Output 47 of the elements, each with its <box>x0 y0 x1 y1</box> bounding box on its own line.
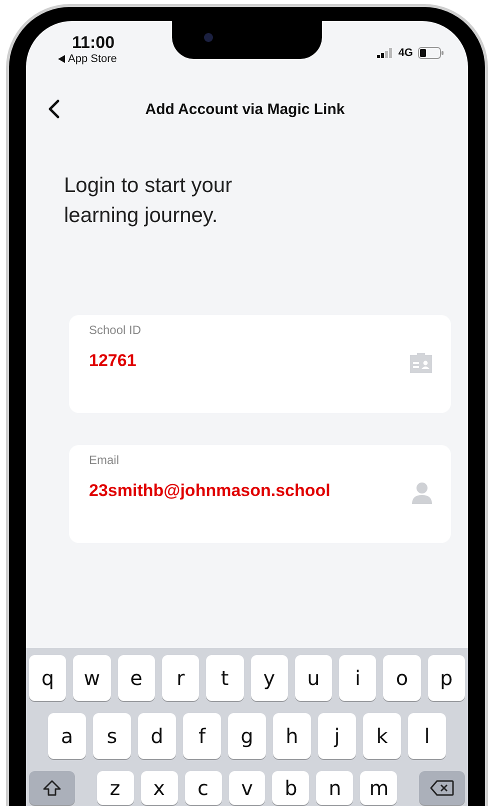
keyboard-key[interactable]: y <box>250 655 288 701</box>
keyboard-key[interactable]: x <box>140 771 178 805</box>
field-label: School ID <box>89 323 142 337</box>
login-heading: Login to start your learning journey. <box>64 173 234 229</box>
keyboard-key[interactable]: i <box>339 655 376 701</box>
shift-arrow-icon <box>42 780 61 796</box>
keyboard-key[interactable]: c <box>184 771 222 805</box>
input-field[interactable]: School ID 12761 <box>69 315 451 413</box>
status-time: 11:00 <box>72 33 116 53</box>
keyboard-key[interactable]: a <box>48 713 86 759</box>
network-type: 4G <box>398 47 413 59</box>
id-card-icon <box>410 353 432 373</box>
signal-icon <box>377 48 394 58</box>
keyboard-key[interactable]: o <box>383 655 421 701</box>
keyboard-key[interactable]: b <box>272 771 310 805</box>
keyboard-key[interactable]: h <box>273 713 311 759</box>
keyboard-key[interactable]: z <box>96 771 134 805</box>
field-value: 23smithb@johnmason.school <box>89 481 332 501</box>
keyboard-key[interactable]: r <box>162 655 200 701</box>
battery-icon <box>418 47 444 59</box>
keyboard-key[interactable]: l <box>408 713 446 759</box>
keyboard-key[interactable]: w <box>73 655 111 701</box>
camera-icon <box>204 33 213 42</box>
keyboard-key[interactable]: s <box>93 713 131 759</box>
person-icon <box>412 482 432 504</box>
keyboard-key[interactable]: p <box>428 655 465 701</box>
field-value: 12761 <box>89 351 138 371</box>
keyboard-key[interactable]: t <box>206 655 244 701</box>
keyboard-key[interactable]: k <box>363 713 401 759</box>
shift-key[interactable] <box>29 771 75 805</box>
keyboard-key[interactable]: d <box>138 713 176 759</box>
input-field[interactable]: Email 23smithb@johnmason.school <box>69 445 451 543</box>
keyboard-key[interactable]: q <box>29 655 66 701</box>
keyboard-key[interactable]: v <box>228 771 266 805</box>
keyboard-key[interactable]: m <box>360 771 398 805</box>
keyboard-key[interactable]: g <box>228 713 266 759</box>
keyboard-key[interactable]: u <box>294 655 332 701</box>
backspace-icon <box>430 780 454 796</box>
keyboard-key[interactable]: n <box>316 771 354 805</box>
keyboard-key[interactable]: j <box>318 713 356 759</box>
screen-title: Add Account via Magic Link <box>144 100 346 118</box>
keyboard-key[interactable]: f <box>183 713 221 759</box>
field-label: Email <box>89 453 120 467</box>
triangle-icon <box>58 55 65 63</box>
back-to-app-link[interactable]: App Store <box>58 53 117 65</box>
delete-key[interactable] <box>419 771 465 805</box>
keyboard-key[interactable]: e <box>118 655 155 701</box>
